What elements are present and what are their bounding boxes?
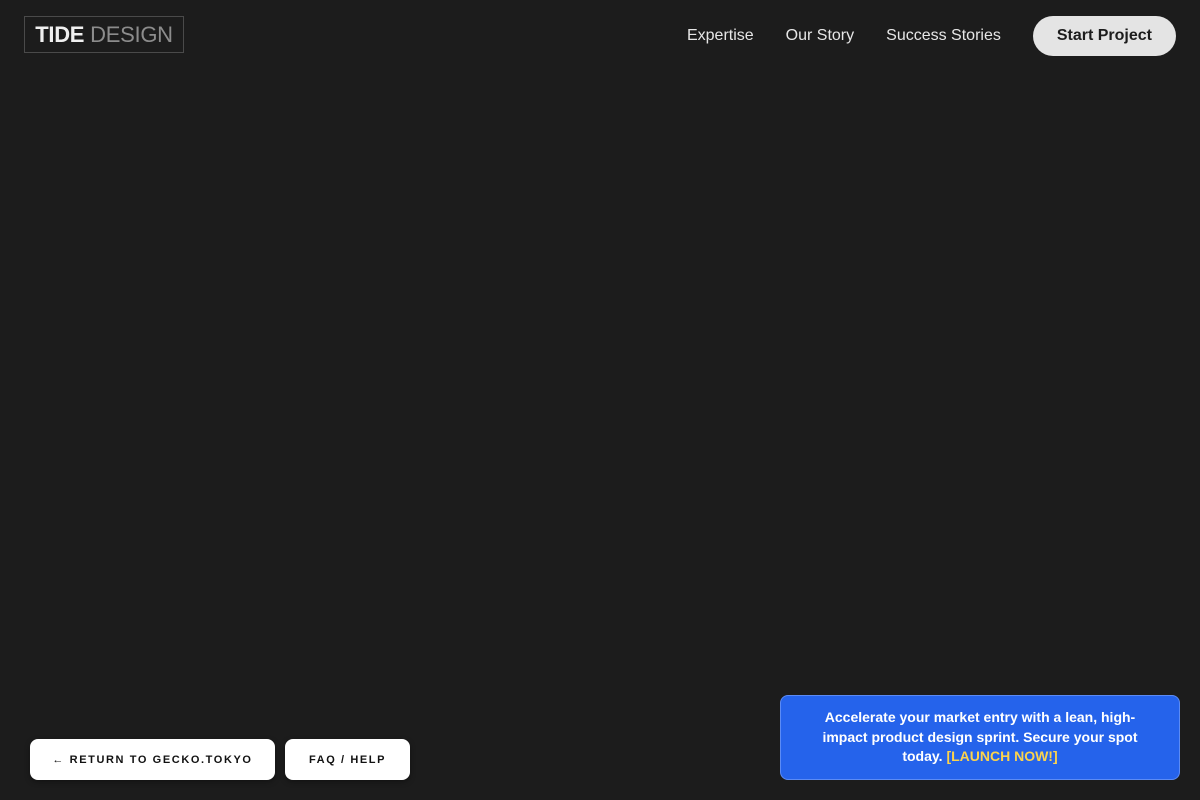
page: TIDE DESIGN Expertise Our Story Success … — [0, 0, 1200, 800]
top-navigation-bar: TIDE DESIGN Expertise Our Story Success … — [0, 0, 1200, 72]
nav-link-success-stories[interactable]: Success Stories — [886, 27, 1001, 45]
nav-link-expertise[interactable]: Expertise — [687, 27, 754, 45]
brand-logo[interactable]: TIDE DESIGN — [24, 16, 184, 53]
main-nav: Expertise Our Story Success Stories Star… — [687, 16, 1176, 56]
faq-help-button[interactable]: FAQ / HELP — [285, 739, 410, 780]
launch-now-link[interactable]: [LAUNCH NOW!] — [946, 748, 1057, 764]
start-project-button[interactable]: Start Project — [1032, 16, 1176, 56]
return-to-gecko-button[interactable]: ← RETURN TO GECKO.TOKYO — [30, 739, 275, 780]
brand-name-strong: TIDE — [35, 21, 85, 47]
floating-button-group: ← RETURN TO GECKO.TOKYO FAQ / HELP — [30, 739, 410, 780]
brand-name-light: DESIGN — [90, 21, 173, 47]
nav-link-our-story[interactable]: Our Story — [786, 27, 854, 45]
promo-banner: Accelerate your market entry with a lean… — [780, 695, 1180, 780]
promo-content: Accelerate your market entry with a lean… — [811, 708, 1149, 767]
